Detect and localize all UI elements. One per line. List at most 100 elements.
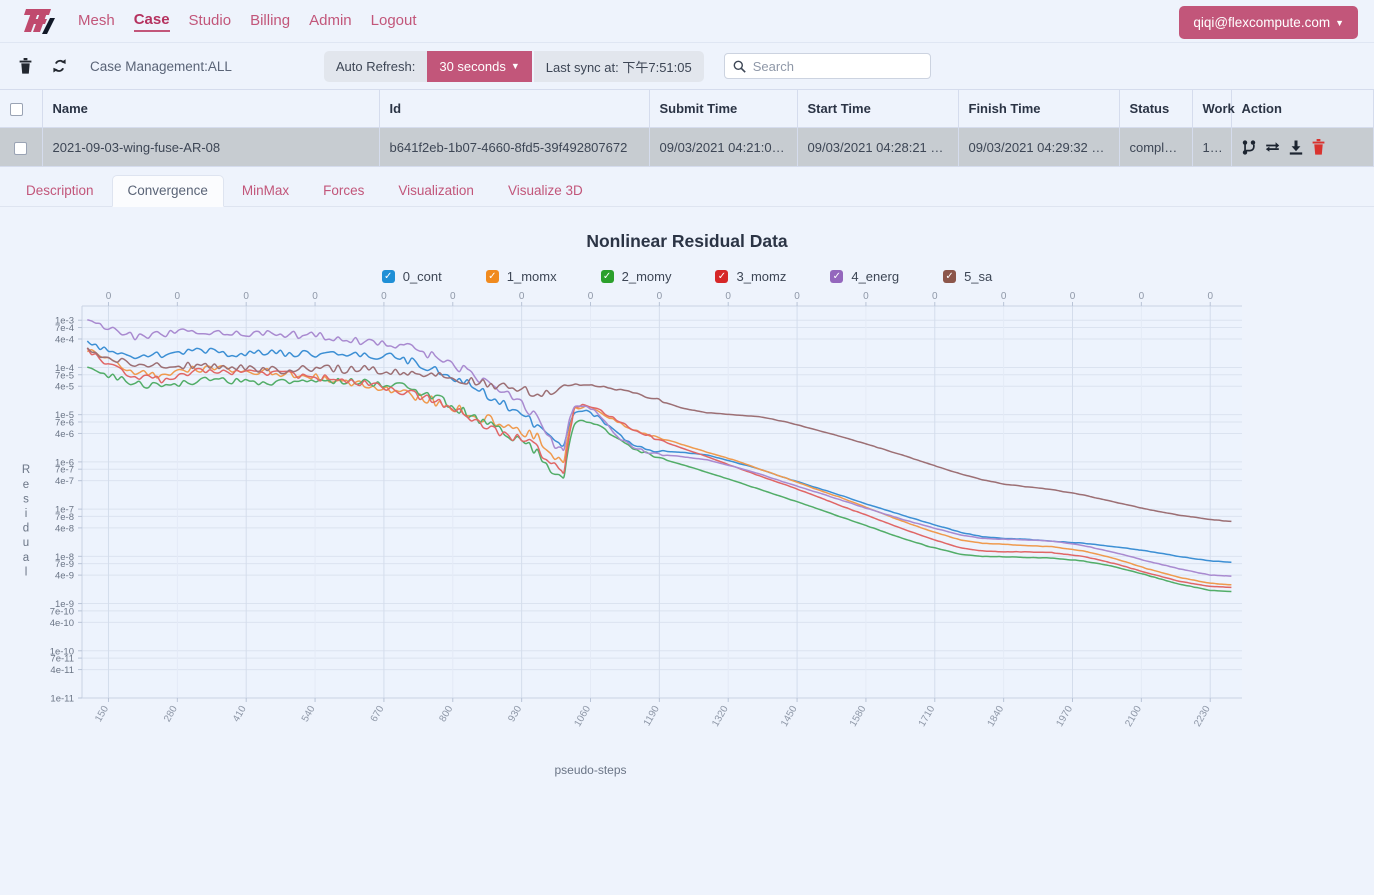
svg-text:2100: 2100	[1123, 704, 1144, 729]
download-icon[interactable]	[1289, 140, 1303, 155]
plot-area[interactable]: 1e-3 7e-4 4e-4 1e-4 7e-5 4e-5 1e-5 7e-6 4e-6 1e-6…	[0, 274, 1374, 813]
chart-legend: ✓ 0_cont ✓ 1_momx ✓ 2_momy ✓ 3_momz ✓ 4_…	[0, 269, 1374, 284]
nav-link-billing[interactable]: Billing	[250, 12, 290, 31]
status-badge: completed	[1119, 127, 1193, 168]
svg-text:7e-11: 7e-11	[50, 654, 74, 665]
nav-link-studio[interactable]: Studio	[189, 12, 232, 31]
residual-plot-svg[interactable]: 1e-37e-44e-41e-47e-54e-51e-57e-64e-61e-6…	[0, 274, 1374, 808]
select-all-checkbox[interactable]	[10, 103, 23, 117]
legend-checkbox-3_momz[interactable]: ✓	[715, 270, 729, 284]
svg-text:7e-7: 7e-7	[55, 465, 74, 476]
table-row[interactable]: 2021-09-03-wing-fuse-AR-08 b641f2eb-1b07…	[0, 127, 1374, 168]
legend-item-3_momz[interactable]: ✓ 3_momz	[715, 269, 786, 284]
legend-checkbox-2_momy[interactable]: ✓	[600, 270, 614, 284]
svg-text:0: 0	[519, 291, 525, 302]
svg-text:u: u	[23, 537, 29, 549]
refresh-icon[interactable]	[48, 55, 70, 77]
svg-text:1060: 1060	[572, 704, 593, 729]
svg-text:4e-11: 4e-11	[50, 665, 74, 676]
cell-work: 1.47	[1192, 127, 1232, 168]
svg-text:0: 0	[794, 291, 800, 302]
column-header-name[interactable]: Name	[42, 88, 380, 129]
svg-text:1710: 1710	[917, 704, 938, 729]
cell-submit-time: 09/03/2021 04:21:02 PM	[649, 127, 798, 168]
legend-item-2_momy[interactable]: ✓ 2_momy	[600, 269, 672, 285]
svg-text:1190: 1190	[642, 704, 662, 729]
column-header-id[interactable]: Id	[379, 88, 650, 129]
svg-text:4e-7: 4e-7	[55, 476, 74, 487]
cell-finish-time: 09/03/2021 04:29:32 PM	[958, 127, 1120, 168]
tab-visualize-3d[interactable]: Visualize 3D	[492, 175, 599, 207]
svg-text:7e-9: 7e-9	[55, 559, 74, 570]
trash-icon[interactable]	[14, 55, 36, 77]
svg-text:2230: 2230	[1192, 704, 1213, 729]
tab-forces[interactable]: Forces	[307, 175, 380, 207]
search-box[interactable]	[723, 53, 931, 79]
svg-text:0: 0	[657, 291, 663, 302]
svg-text:1e-11: 1e-11	[50, 694, 74, 705]
svg-text:0: 0	[1070, 291, 1076, 302]
svg-text:0: 0	[450, 291, 456, 302]
table-header-row: Name Id Submit Time Start Time Finish Ti…	[0, 88, 1374, 129]
convergence-chart-panel: Nonlinear Residual Data ✓ 0_cont ✓ 1_mom…	[0, 207, 1374, 793]
svg-text:1580: 1580	[848, 704, 869, 729]
svg-text:670: 670	[369, 704, 387, 724]
legend-label-2_momy: 2_momy	[621, 269, 672, 285]
nav-link-mesh[interactable]: Mesh	[78, 12, 115, 31]
column-header-finish-time[interactable]: Finish Time	[958, 88, 1120, 129]
tab-visualization[interactable]: Visualization	[382, 175, 490, 207]
flexcompute-logo-icon[interactable]	[16, 6, 62, 36]
svg-text:4e-4: 4e-4	[55, 335, 74, 346]
fork-icon[interactable]	[1242, 139, 1256, 155]
delete-icon[interactable]	[1312, 139, 1325, 155]
svg-text:e: e	[23, 479, 29, 491]
svg-text:0: 0	[381, 291, 387, 302]
cell-name[interactable]: 2021-09-03-wing-fuse-AR-08	[42, 127, 380, 168]
svg-text:0: 0	[106, 291, 112, 302]
column-header-work[interactable]: Work	[1192, 88, 1235, 129]
legend-label-1_momx: 1_momx	[506, 269, 557, 285]
row-checkbox[interactable]	[14, 141, 28, 155]
column-header-submit-time[interactable]: Submit Time	[649, 88, 798, 129]
nav-link-admin[interactable]: Admin	[309, 12, 352, 31]
svg-text:0: 0	[863, 291, 869, 302]
cell-id: b641f2eb-1b07-4660-8fd5-39f492807672	[379, 127, 650, 168]
legend-item-5_sa[interactable]: ✓ 5_sa	[943, 269, 992, 284]
svg-text:540: 540	[300, 704, 318, 724]
legend-checkbox-1_momx[interactable]: ✓	[485, 270, 499, 284]
nav-link-logout[interactable]: Logout	[371, 12, 417, 31]
legend-checkbox-4_energ[interactable]: ✓	[830, 270, 844, 284]
rerun-icon[interactable]	[1265, 140, 1280, 154]
legend-item-1_momx[interactable]: ✓ 1_momx	[485, 269, 557, 285]
nav-link-case[interactable]: Case	[133, 11, 170, 32]
cell-actions	[1231, 127, 1374, 168]
column-header-start-time[interactable]: Start Time	[797, 88, 959, 129]
cell-start-time: 09/03/2021 04:28:21 PM	[797, 127, 959, 168]
svg-text:0: 0	[932, 291, 938, 302]
legend-label-5_sa: 5_sa	[964, 269, 993, 285]
case-toolbar: Case Management:ALL Auto Refresh: 30 sec…	[0, 42, 1374, 89]
svg-text:1840: 1840	[986, 704, 1007, 729]
legend-checkbox-5_sa[interactable]: ✓	[943, 270, 957, 284]
nav-links: Mesh Case Studio Billing Admin Logout	[78, 11, 417, 32]
svg-text:150: 150	[93, 704, 111, 724]
search-input[interactable]	[745, 57, 930, 75]
legend-item-0_cont[interactable]: ✓ 0_cont	[381, 269, 442, 284]
select-all-header	[0, 88, 43, 129]
search-icon	[733, 60, 746, 73]
legend-item-4_energ[interactable]: ✓ 4_energ	[830, 269, 899, 284]
legend-checkbox-0_cont[interactable]: ✓	[381, 270, 395, 284]
svg-text:7e-5: 7e-5	[55, 370, 74, 381]
refresh-interval-dropdown[interactable]: 30 seconds ▼	[427, 50, 532, 82]
tab-description[interactable]: Description	[10, 175, 110, 207]
refresh-interval-value: 30 seconds	[439, 58, 506, 74]
svg-text:0: 0	[1139, 291, 1145, 302]
svg-text:280: 280	[162, 704, 180, 724]
tab-convergence[interactable]: Convergence	[111, 175, 224, 208]
svg-text:7e-8: 7e-8	[55, 512, 74, 523]
tab-minmax[interactable]: MinMax	[226, 175, 305, 207]
svg-text:410: 410	[231, 704, 249, 724]
svg-text:i: i	[25, 508, 28, 520]
user-account-button[interactable]: qiqi@flexcompute.com ▼	[1179, 6, 1358, 39]
column-header-status[interactable]: Status	[1119, 88, 1193, 129]
